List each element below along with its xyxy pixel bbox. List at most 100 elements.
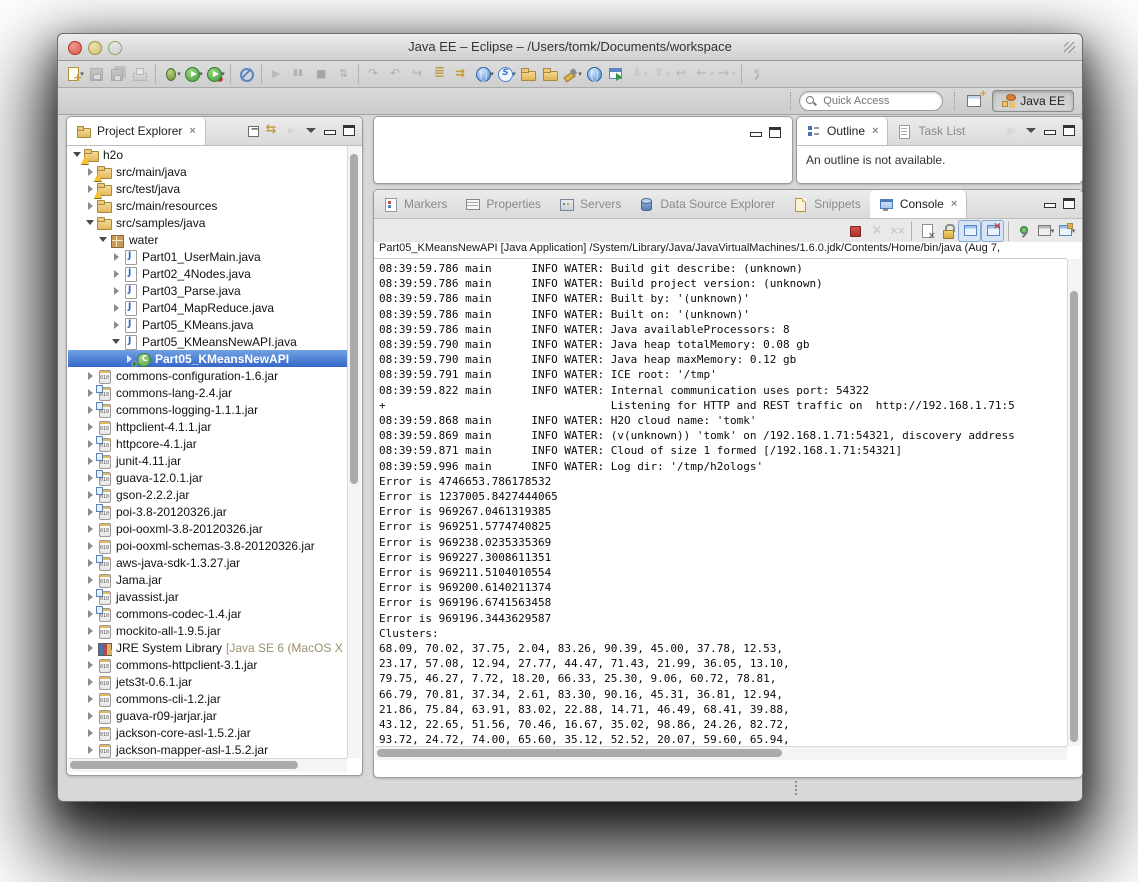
minimize-view-button[interactable] (746, 122, 765, 144)
expand-arrow-icon[interactable] (85, 690, 96, 707)
expand-arrow-icon[interactable] (85, 452, 96, 469)
java-ee-perspective-button[interactable]: Java EE (992, 90, 1074, 112)
expand-arrow-icon[interactable] (85, 571, 96, 588)
expand-arrow-icon[interactable] (85, 520, 96, 537)
expand-arrow-icon[interactable] (85, 724, 96, 741)
tab-project-explorer[interactable]: Project Explorer × (67, 117, 206, 145)
collapse-arrow-icon[interactable] (85, 214, 96, 231)
tree-item-httpcore-4-1-jar[interactable]: httpcore-4.1.jar (68, 435, 347, 452)
vscrollbar-thumb[interactable] (1070, 291, 1078, 742)
title-bar[interactable]: Java EE – Eclipse – /Users/tomk/Document… (58, 34, 1082, 61)
tree-item-aws-java-sdk-1-3-27-jar[interactable]: aws-java-sdk-1.3.27.jar (68, 554, 347, 571)
tab-console[interactable]: Console × (869, 190, 968, 218)
link-editor-button[interactable] (263, 120, 282, 142)
maximize-view-button[interactable] (765, 122, 784, 144)
vscrollbar-thumb[interactable] (350, 154, 358, 484)
expand-arrow-icon[interactable] (85, 537, 96, 554)
max-button[interactable] (1059, 120, 1078, 142)
expand-arrow-icon[interactable] (85, 469, 96, 486)
tree-item-src-main-resources[interactable]: src/main/resources (68, 197, 347, 214)
max-button[interactable] (339, 120, 358, 142)
display-console-button[interactable]: ▾ (1034, 221, 1055, 241)
tree-item-part05-kmeansnewapi-java[interactable]: Part05_KMeansNewAPI.java (68, 333, 347, 350)
expand-arrow-icon[interactable] (85, 673, 96, 690)
tree-item-httpclient-4-1-1-jar[interactable]: httpclient-4.1.1.jar (68, 418, 347, 435)
quick-access-input[interactable] (821, 94, 937, 108)
expand-arrow-icon[interactable] (85, 503, 96, 520)
close-icon[interactable]: × (872, 125, 878, 137)
expand-arrow-icon[interactable] (85, 605, 96, 622)
clear-console-button[interactable] (916, 221, 937, 241)
tree-item-mockito-all-1-9-5-jar[interactable]: mockito-all-1.9.5.jar (68, 622, 347, 639)
tree-item-jets3t-0-6-1-jar[interactable]: jets3t-0.6.1.jar (68, 673, 347, 690)
editor-area-panel[interactable] (373, 116, 793, 184)
tree-item-src-samples-java[interactable]: src/samples/java (68, 214, 347, 231)
tree-item-commons-configuration-1-6-jar[interactable]: commons-configuration-1.6.jar (68, 367, 347, 384)
expand-arrow-icon[interactable] (111, 248, 122, 265)
expand-arrow-icon[interactable] (85, 435, 96, 452)
tree-item-jama-jar[interactable]: Jama.jar (68, 571, 347, 588)
tree-item-junit-4-11-jar[interactable]: junit-4.11.jar (68, 452, 347, 469)
tree-item-poi-ooxml-schemas-3-8-20120326-jar[interactable]: poi-ooxml-schemas-3.8-20120326.jar (68, 537, 347, 554)
close-icon[interactable]: × (951, 198, 957, 210)
expand-arrow-icon[interactable] (85, 197, 96, 214)
show-stderr-button[interactable] (981, 219, 1004, 242)
expand-arrow-icon[interactable] (85, 622, 96, 639)
tab-properties[interactable]: Properties (456, 190, 550, 218)
expand-arrow-icon[interactable] (111, 282, 122, 299)
new-wizard-button[interactable]: ▾ (63, 63, 85, 85)
expand-arrow-icon[interactable] (85, 741, 96, 758)
view-menu-button[interactable] (1021, 120, 1040, 142)
expand-arrow-icon[interactable] (85, 588, 96, 605)
tree-item-src-test-java[interactable]: src/test/java (68, 180, 347, 198)
run-history-button[interactable]: ▾ (204, 63, 226, 85)
tree-item-poi-ooxml-3-8-20120326-jar[interactable]: poi-ooxml-3.8-20120326.jar (68, 520, 347, 537)
tree-item-commons-codec-1-4-jar[interactable]: commons-codec-1.4.jar (68, 605, 347, 622)
collapse-all-button[interactable] (244, 120, 263, 142)
expand-arrow-icon[interactable] (111, 316, 122, 333)
expand-arrow-icon[interactable] (85, 656, 96, 673)
tree-item-part03-parse-java[interactable]: Part03_Parse.java (68, 282, 347, 299)
run-server-button[interactable] (605, 63, 627, 85)
tab-servers[interactable]: Servers (550, 190, 630, 218)
hscrollbar-thumb[interactable] (377, 749, 782, 757)
tree-item-jackson-mapper-asl-1-5-2-jar[interactable]: jackson-mapper-asl-1.5.2.jar (68, 741, 347, 758)
tree-item-jackson-core-asl-1-5-2-jar[interactable]: jackson-core-asl-1.5.2.jar (68, 724, 347, 741)
tree-item-part05-kmeans-java[interactable]: Part05_KMeans.java (68, 316, 347, 333)
tree-item-gson-2-2-2-jar[interactable]: gson-2.2.2.jar (68, 486, 347, 503)
expand-arrow-icon[interactable] (85, 707, 96, 724)
sash-grip[interactable] (795, 781, 797, 795)
project-tree[interactable]: h2o src/main/java src/test/java src/main/re… (68, 146, 347, 758)
tree-item-h2o[interactable]: h2o (68, 146, 347, 164)
quick-access-box[interactable] (799, 91, 944, 111)
tree-item-commons-cli-1-2-jar[interactable]: commons-cli-1.2.jar (68, 690, 347, 707)
tree-item-src-main-java[interactable]: src/main/java (68, 163, 347, 181)
expand-arrow-icon[interactable] (111, 299, 122, 316)
pin-console-button[interactable] (1013, 221, 1034, 241)
tab-snippets[interactable]: Snippets (784, 190, 870, 218)
tab-outline[interactable]: Outline × (797, 117, 889, 145)
min-button[interactable] (320, 120, 339, 142)
tree-item-commons-lang-2-4-jar[interactable]: commons-lang-2.4.jar (68, 384, 347, 401)
tab-data-source-explorer[interactable]: Data Source Explorer (630, 190, 784, 218)
tree-item-javassist-jar[interactable]: javassist.jar (68, 588, 347, 605)
console-output[interactable]: 08:39:59.786 main INFO WATER: Build git … (374, 259, 1067, 746)
tree-item-part01-usermain-java[interactable]: Part01_UserMain.java (68, 248, 347, 265)
scroll-lock-button[interactable] (937, 221, 958, 241)
tree-item-part02-4nodes-java[interactable]: Part02_4Nodes.java (68, 265, 347, 282)
open-console-button[interactable]: ▾ (1055, 221, 1076, 241)
expand-arrow-icon[interactable] (85, 639, 96, 656)
tree-item-part04-mapreduce-java[interactable]: Part04_MapReduce.java (68, 299, 347, 316)
console-output-area[interactable]: 08:39:59.786 main INFO WATER: Build git … (374, 259, 1067, 746)
expand-arrow-icon[interactable] (85, 384, 96, 401)
skip-breakpoints-button[interactable] (235, 63, 257, 85)
tree-item-part05-kmeansnewapi[interactable]: Part05_KMeansNewAPI (68, 350, 347, 367)
tab-task-list[interactable]: Task List (888, 117, 974, 145)
hscrollbar-thumb[interactable] (70, 761, 298, 769)
tree-item-water[interactable]: water (68, 231, 347, 248)
tree-item-guava-r09-jarjar-jar[interactable]: guava-r09-jarjar.jar (68, 707, 347, 724)
new-web-button[interactable]: ▾ (473, 63, 495, 85)
debug-button[interactable]: ▾ (160, 63, 182, 85)
open-folder-button[interactable] (539, 63, 561, 85)
show-selected-button[interactable] (429, 63, 451, 85)
